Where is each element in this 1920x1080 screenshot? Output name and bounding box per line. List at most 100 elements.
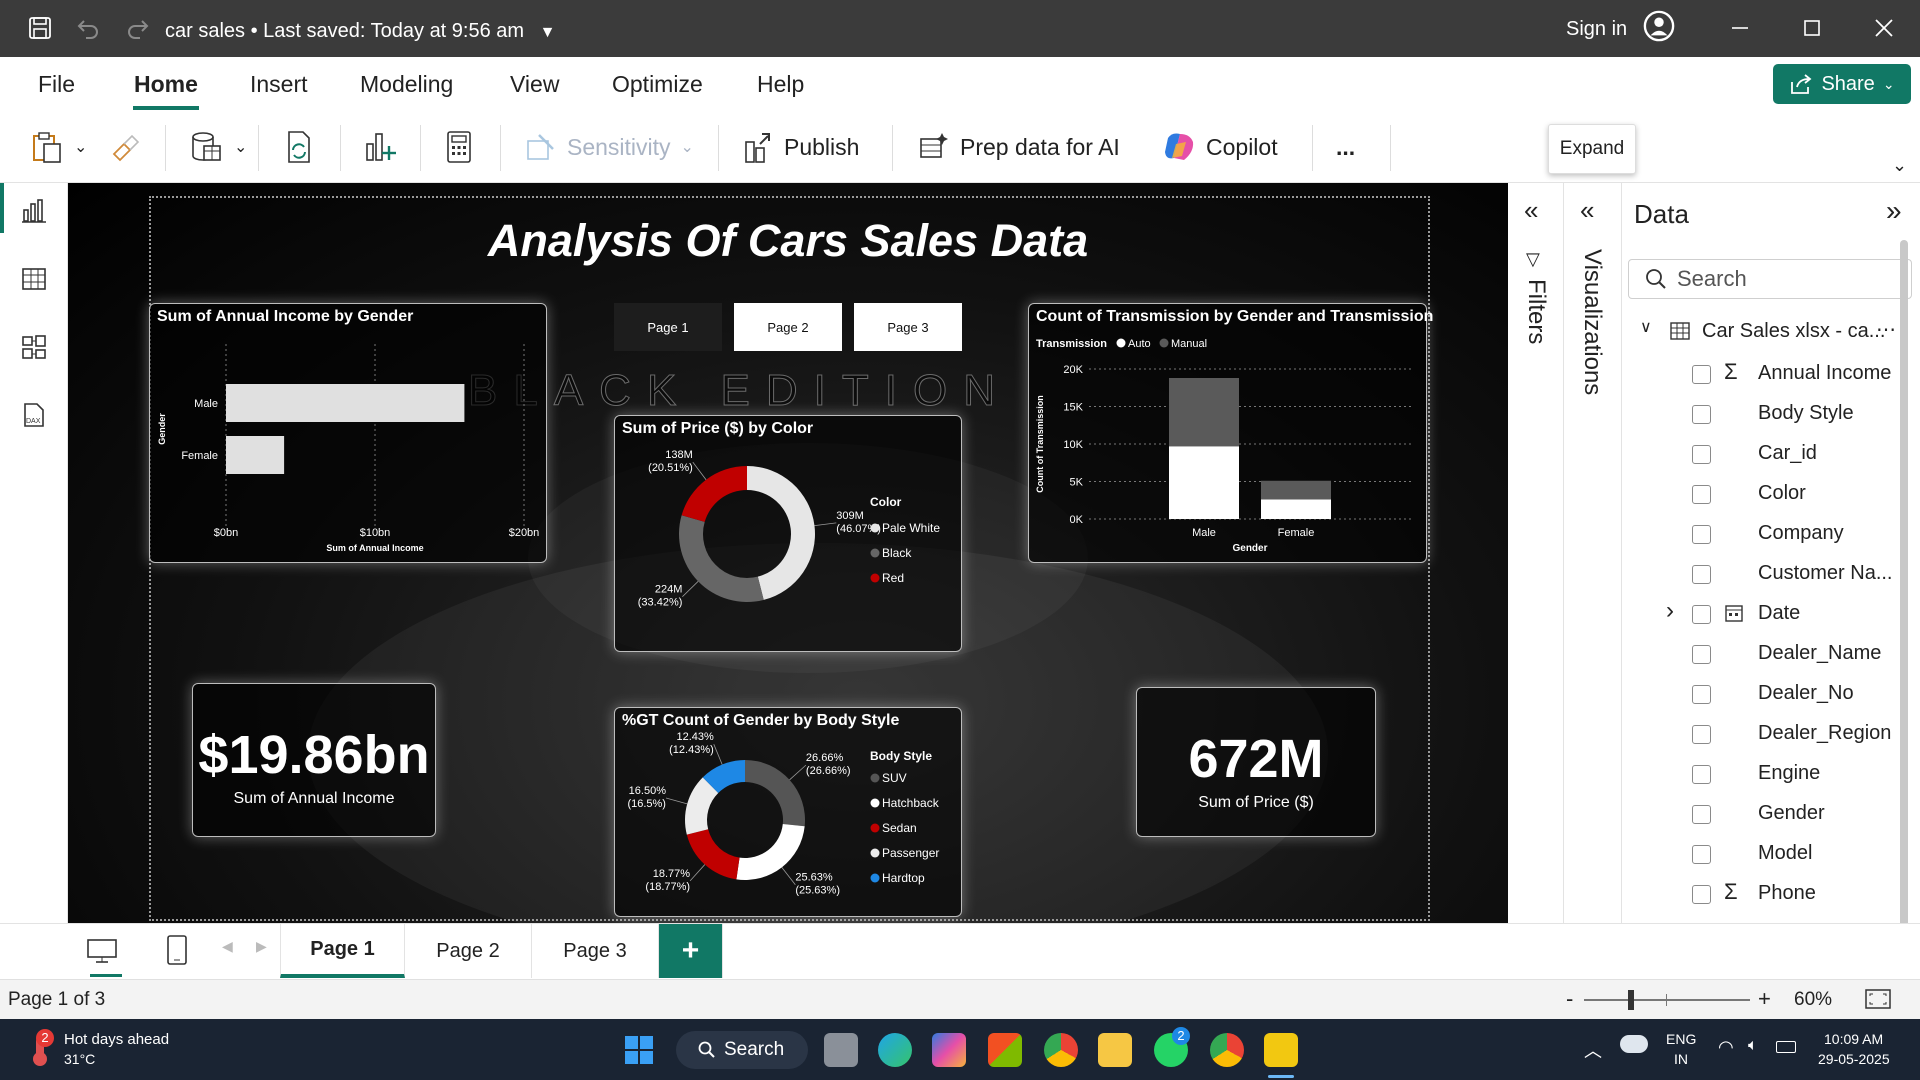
field-checkbox[interactable] xyxy=(1692,605,1711,624)
menu-modeling[interactable]: Modeling xyxy=(360,71,453,98)
field-item[interactable]: Body Style xyxy=(1622,399,1912,429)
minimize-icon[interactable] xyxy=(1724,12,1756,44)
menu-home[interactable]: Home xyxy=(134,71,198,98)
field-checkbox[interactable] xyxy=(1692,725,1711,744)
close-icon[interactable] xyxy=(1868,12,1900,44)
gender-by-body-style-chart[interactable]: %GT Count of Gender by Body Style 26.66%… xyxy=(614,707,962,917)
field-item[interactable]: › Date xyxy=(1622,597,1912,629)
table-view-icon[interactable] xyxy=(18,263,50,295)
field-item[interactable]: Model xyxy=(1622,839,1912,869)
copilot-app-icon[interactable] xyxy=(932,1033,966,1067)
page-1-button[interactable]: Page 1 xyxy=(614,303,722,351)
data-search-input[interactable]: Search xyxy=(1628,259,1912,299)
field-item[interactable]: Gender xyxy=(1622,799,1912,829)
annual-income-card[interactable]: $19.86bn Sum of Annual Income xyxy=(192,683,436,837)
field-item[interactable]: Company xyxy=(1622,519,1912,549)
get-data-button[interactable]: ⌄ xyxy=(190,127,247,167)
field-item[interactable]: Customer Na... xyxy=(1622,559,1912,589)
clock-time[interactable]: 10:09 AM xyxy=(1824,1031,1883,1047)
onedrive-icon[interactable] xyxy=(1620,1035,1648,1053)
tab-page-1[interactable]: Page 1 xyxy=(280,924,405,978)
windows-start-icon[interactable] xyxy=(622,1033,656,1067)
page-2-button[interactable]: Page 2 xyxy=(734,303,842,351)
chrome-profile-icon[interactable] xyxy=(1210,1033,1244,1067)
desktop-layout-icon[interactable] xyxy=(86,938,118,969)
redo-icon[interactable] xyxy=(122,12,154,44)
field-checkbox[interactable] xyxy=(1692,405,1711,424)
battery-icon[interactable] xyxy=(1776,1041,1796,1053)
zoom-level[interactable]: 60% xyxy=(1794,989,1832,1011)
report-canvas[interactable]: Analysis Of Cars Sales Data BLACK EDITIO… xyxy=(68,183,1508,923)
mobile-layout-icon[interactable] xyxy=(166,934,188,971)
scroll-right-icon[interactable]: ▶ xyxy=(256,938,267,955)
model-view-icon[interactable] xyxy=(18,331,50,363)
volume-icon[interactable]: 🔈︎ xyxy=(1748,1037,1758,1055)
fit-to-page-icon[interactable] xyxy=(1864,988,1892,1016)
field-checkbox[interactable] xyxy=(1692,485,1711,504)
copilot-button[interactable]: Copilot xyxy=(1162,127,1278,167)
chrome-icon[interactable] xyxy=(1044,1033,1078,1067)
field-checkbox[interactable] xyxy=(1692,365,1711,384)
undo-icon[interactable] xyxy=(72,12,104,44)
more-icon[interactable]: ⋯ xyxy=(1876,317,1896,342)
field-checkbox[interactable] xyxy=(1692,525,1711,544)
zoom-slider[interactable] xyxy=(1584,999,1750,1001)
weather-title[interactable]: Hot days ahead xyxy=(64,1031,169,1048)
scroll-left-icon[interactable]: ◀ xyxy=(222,938,233,955)
visualizations-pane[interactable]: « Visualizations xyxy=(1564,183,1622,923)
menu-view[interactable]: View xyxy=(510,71,559,98)
field-item[interactable]: Dealer_No xyxy=(1622,679,1912,709)
field-item[interactable]: Engine xyxy=(1622,759,1912,789)
data-pane-scrollbar[interactable] xyxy=(1900,240,1908,940)
refresh-button[interactable] xyxy=(283,127,315,167)
taskbar-search[interactable]: Search xyxy=(676,1031,808,1069)
field-checkbox[interactable] xyxy=(1692,565,1711,584)
account-icon[interactable] xyxy=(1643,10,1675,42)
chevron-down-icon[interactable]: ∨ xyxy=(1640,317,1652,337)
price-by-color-chart[interactable]: Sum of Price ($) by Color 309M (46.07%) 22… xyxy=(614,415,962,652)
edge-icon[interactable] xyxy=(878,1033,912,1067)
paste-button[interactable]: ⌄ xyxy=(30,127,87,167)
price-sum-card[interactable]: 672M Sum of Price ($) xyxy=(1136,687,1376,837)
field-checkbox[interactable] xyxy=(1692,885,1711,904)
menu-optimize[interactable]: Optimize xyxy=(612,71,703,98)
file-explorer-icon[interactable] xyxy=(1098,1033,1132,1067)
add-page-button[interactable]: + xyxy=(659,924,723,978)
collapse-data-pane-icon[interactable]: » xyxy=(1886,195,1902,227)
new-visual-button[interactable] xyxy=(363,127,397,167)
language-top[interactable]: ENG xyxy=(1666,1031,1696,1047)
tab-page-2[interactable]: Page 2 xyxy=(405,924,532,978)
page-3-button[interactable]: Page 3 xyxy=(854,303,962,351)
field-checkbox[interactable] xyxy=(1692,445,1711,464)
sign-in-link[interactable]: Sign in xyxy=(1566,18,1627,41)
wifi-icon[interactable]: ◠ xyxy=(1718,1037,1734,1058)
zoom-in-button[interactable]: + xyxy=(1758,986,1771,1012)
chevron-down-icon[interactable]: ▼ xyxy=(540,24,556,41)
field-checkbox[interactable] xyxy=(1692,845,1711,864)
format-painter-button[interactable] xyxy=(110,127,140,167)
collapse-filters-icon[interactable]: « xyxy=(1524,195,1538,226)
chevron-right-icon[interactable]: › xyxy=(1666,597,1674,625)
field-checkbox[interactable] xyxy=(1692,805,1711,824)
menu-help[interactable]: Help xyxy=(757,71,804,98)
field-item[interactable]: Σ Phone xyxy=(1622,879,1912,909)
field-checkbox[interactable] xyxy=(1692,765,1711,784)
field-item[interactable]: Dealer_Region xyxy=(1622,719,1912,749)
expand-visualizations-icon[interactable]: « xyxy=(1580,195,1594,226)
dax-query-view-icon[interactable]: DAX xyxy=(18,399,50,431)
income-by-gender-chart[interactable]: Sum of Annual Income by Gender $0bn $10bn… xyxy=(149,303,547,563)
table-node[interactable]: ∨ Car Sales xlsx - ca... ⋯ xyxy=(1622,317,1920,347)
document-title[interactable]: car sales • Last saved: Today at 9:56 am… xyxy=(165,20,555,43)
prep-data-button[interactable]: Prep data for AI xyxy=(918,127,1120,167)
field-item[interactable]: Σ Annual Income xyxy=(1622,359,1912,389)
menu-file[interactable]: File xyxy=(38,71,75,98)
task-view-icon[interactable] xyxy=(824,1033,858,1067)
menu-insert[interactable]: Insert xyxy=(250,71,308,98)
new-measure-button[interactable] xyxy=(444,127,474,167)
store-icon[interactable] xyxy=(988,1033,1022,1067)
report-view-icon[interactable] xyxy=(18,195,50,227)
tab-page-3[interactable]: Page 3 xyxy=(532,924,659,978)
zoom-slider-thumb[interactable] xyxy=(1628,990,1634,1010)
publish-button[interactable]: Publish xyxy=(742,127,859,167)
maximize-icon[interactable] xyxy=(1796,12,1828,44)
